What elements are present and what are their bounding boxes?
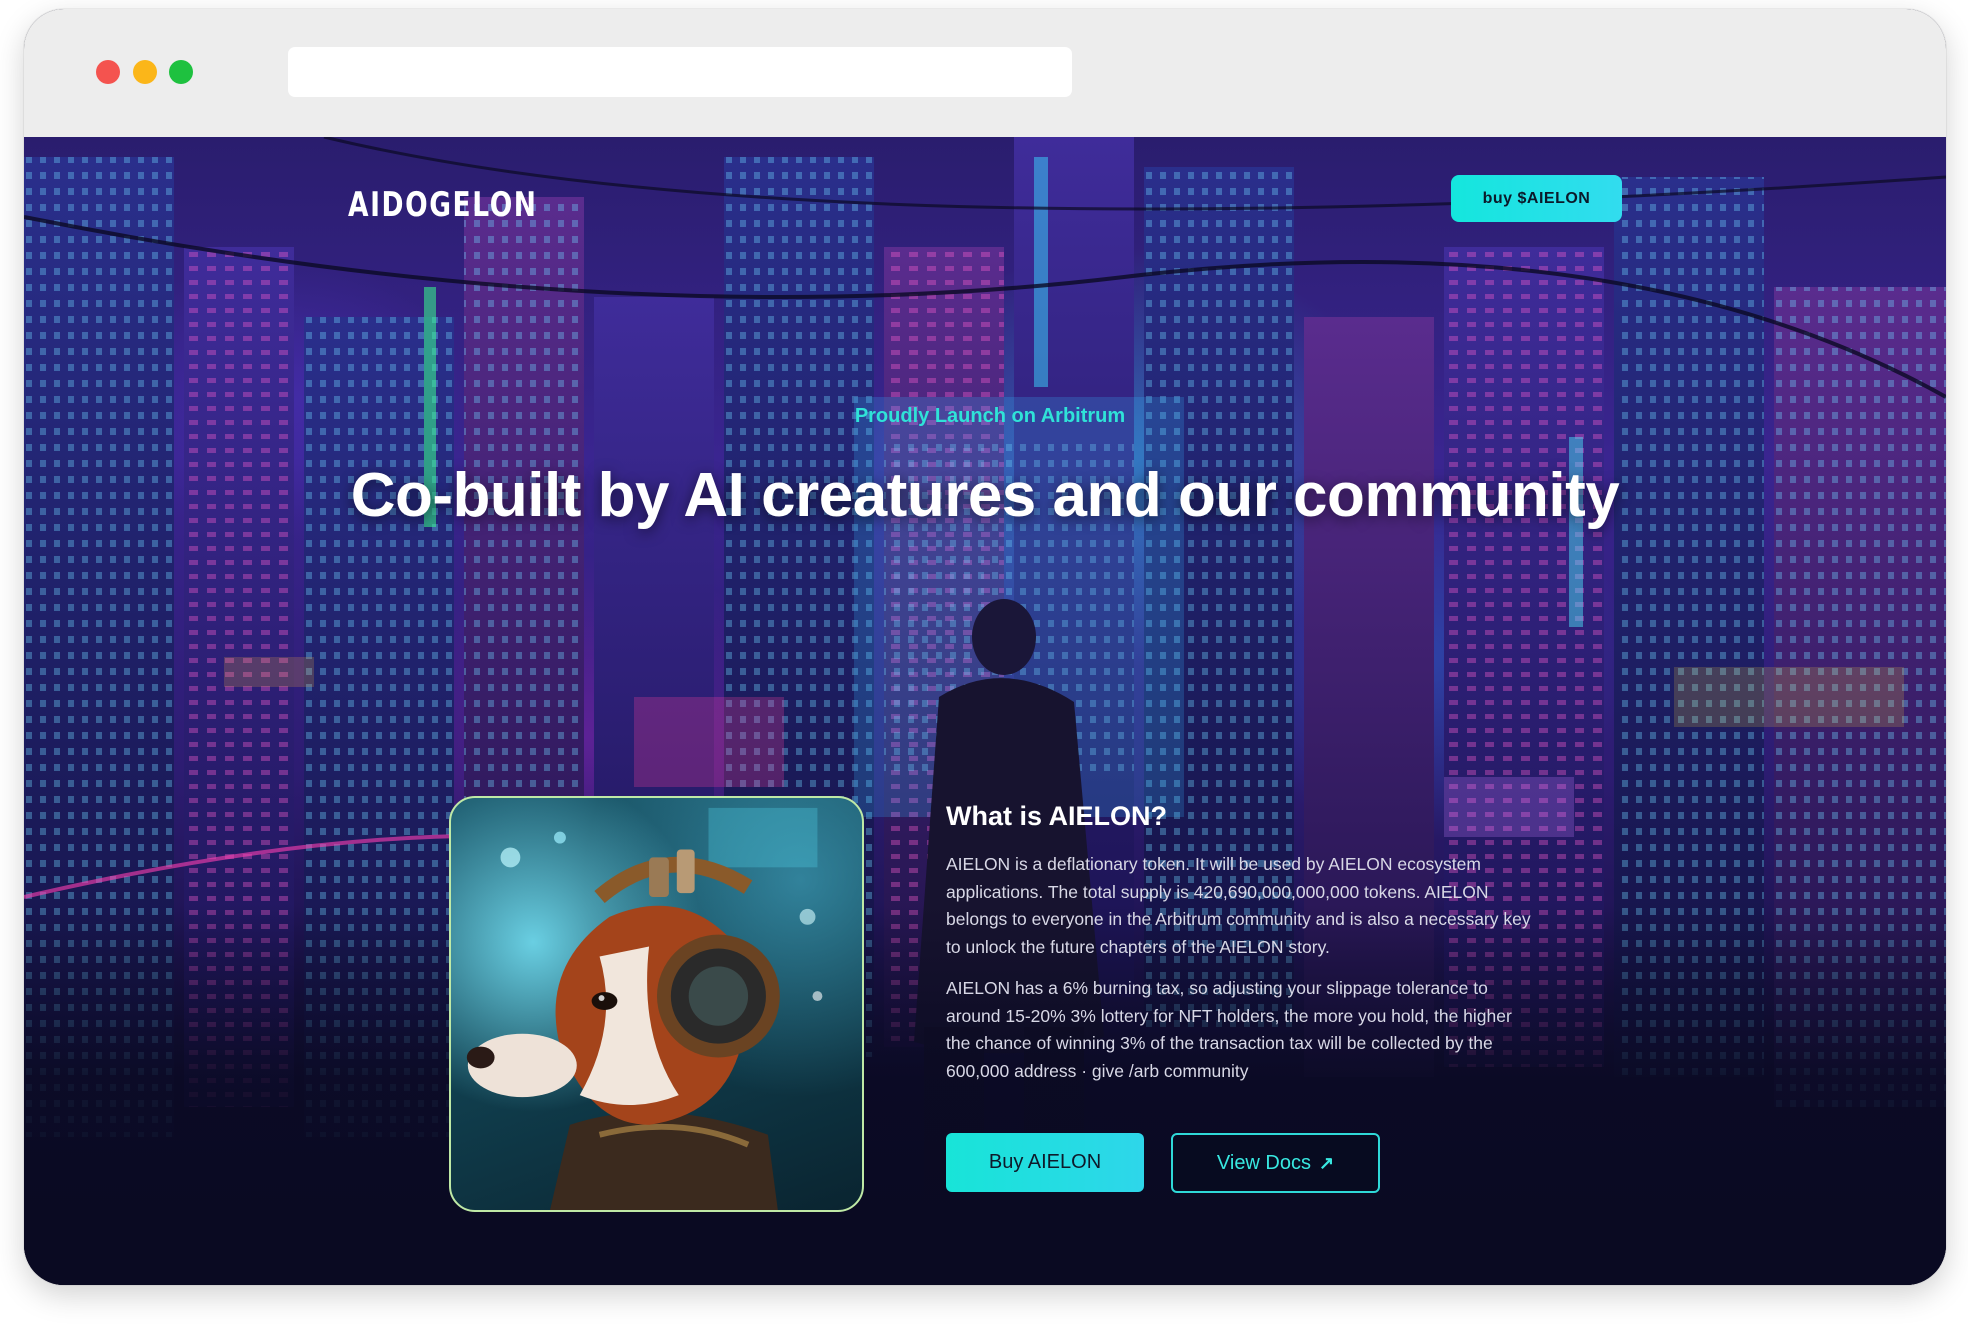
hero-tagline: Proudly Launch on Arbitrum [854, 405, 1126, 427]
mascot-image [449, 796, 864, 1212]
browser-toolbar [24, 9, 1946, 137]
buy-aielon-button[interactable]: Buy AIELON [946, 1133, 1144, 1192]
arrow-up-right-icon: ↗ [1319, 1152, 1335, 1173]
view-docs-button[interactable]: View Docs ↗ [1171, 1133, 1380, 1193]
hero-headline: Co-built by AI creatures and our communi… [350, 461, 1620, 530]
browser-window: AIDOGELON buy $AIELON Proudly Launch on … [24, 9, 1946, 1285]
buy-token-nav-button[interactable]: buy $AIELON [1451, 175, 1622, 222]
minimize-dot[interactable] [133, 60, 157, 84]
about-paragraph-2: AIELON has a 6% burning tax, so adjustin… [946, 978, 1512, 1081]
site-logo[interactable]: AIDOGELON [348, 185, 538, 225]
cyber-dog-illustration [466, 807, 823, 1210]
address-bar[interactable] [288, 47, 1072, 97]
hero-section: AIDOGELON buy $AIELON Proudly Launch on … [24, 137, 1946, 1285]
about-title: What is AIELON? [946, 801, 1167, 831]
close-dot[interactable] [96, 60, 120, 84]
bottom-fade-overlay [24, 905, 1946, 1285]
zoom-dot[interactable] [169, 60, 193, 84]
about-paragraph-1: AIELON is a deflationary token. It will … [946, 854, 1531, 957]
view-docs-label: View Docs [1216, 1151, 1312, 1174]
